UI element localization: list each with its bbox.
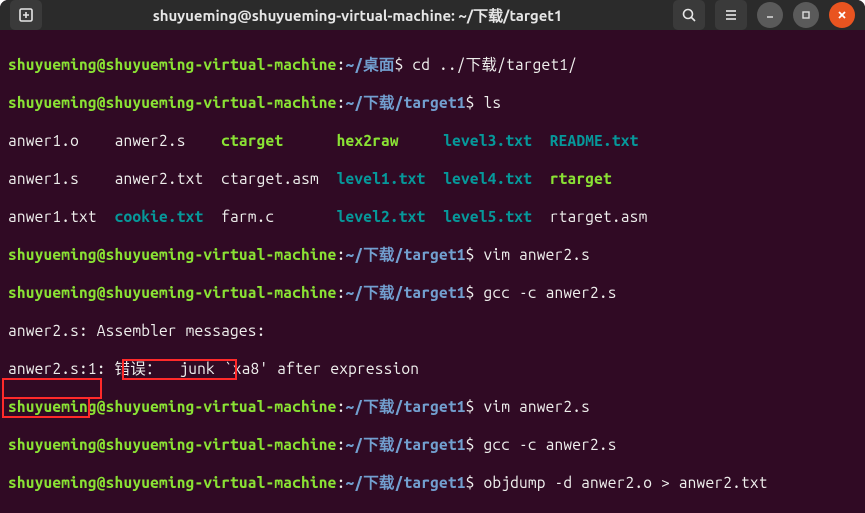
ls-row: anwer1.o anwer2.s ctarget hex2raw level3… bbox=[8, 131, 857, 150]
terminal-window: shuyueming@shuyueming-virtual-machine: ~… bbox=[0, 0, 865, 513]
new-tab-button[interactable] bbox=[10, 0, 42, 30]
minimize-button[interactable] bbox=[757, 2, 783, 28]
menu-button[interactable] bbox=[715, 0, 747, 30]
ls-row: anwer1.txt cookie.txt farm.c level2.txt … bbox=[8, 207, 857, 226]
cmd-gcc: gcc -c anwer2.s bbox=[483, 284, 616, 301]
cmd-cd: cd ../下载/target1/ bbox=[412, 56, 577, 73]
prompt-line: shuyueming@shuyueming-virtual-machine:~/… bbox=[8, 245, 857, 264]
close-button[interactable] bbox=[829, 2, 855, 28]
prompt-path: ~/桌面 bbox=[345, 56, 394, 73]
prompt-line: shuyueming@shuyueming-virtual-machine:~/… bbox=[8, 283, 857, 302]
highlight-box bbox=[2, 378, 102, 399]
search-button[interactable] bbox=[673, 0, 705, 30]
prompt-line: shuyueming@shuyueming-virtual-machine:~/… bbox=[8, 435, 857, 454]
maximize-button[interactable] bbox=[793, 2, 819, 28]
cmd-vim: vim anwer2.s bbox=[483, 246, 590, 263]
assembler-error: anwer2.s:1: 错误： junk `xa8' after express… bbox=[8, 359, 857, 378]
titlebar: shuyueming@shuyueming-virtual-machine: ~… bbox=[0, 0, 865, 30]
prompt-userhost: shuyueming@shuyueming-virtual-machine bbox=[8, 56, 337, 73]
prompt-line: shuyueming@shuyueming-virtual-machine:~/… bbox=[8, 397, 857, 416]
prompt-line: shuyueming@shuyueming-virtual-machine:~/… bbox=[8, 55, 857, 74]
prompt-line: shuyueming@shuyueming-virtual-machine:~/… bbox=[8, 473, 857, 492]
assembler-msg: anwer2.s: Assembler messages: bbox=[8, 321, 857, 340]
terminal-body[interactable]: shuyueming@shuyueming-virtual-machine:~/… bbox=[0, 30, 865, 513]
ls-row: anwer1.s anwer2.txt ctarget.asm level1.t… bbox=[8, 169, 857, 188]
cmd-ls: ls bbox=[483, 94, 501, 111]
window-title: shuyueming@shuyueming-virtual-machine: ~… bbox=[50, 5, 665, 26]
cmd-objdump: objdump -d anwer2.o > anwer2.txt bbox=[483, 474, 767, 491]
prompt-line: shuyueming@shuyueming-virtual-machine:~/… bbox=[8, 93, 857, 112]
